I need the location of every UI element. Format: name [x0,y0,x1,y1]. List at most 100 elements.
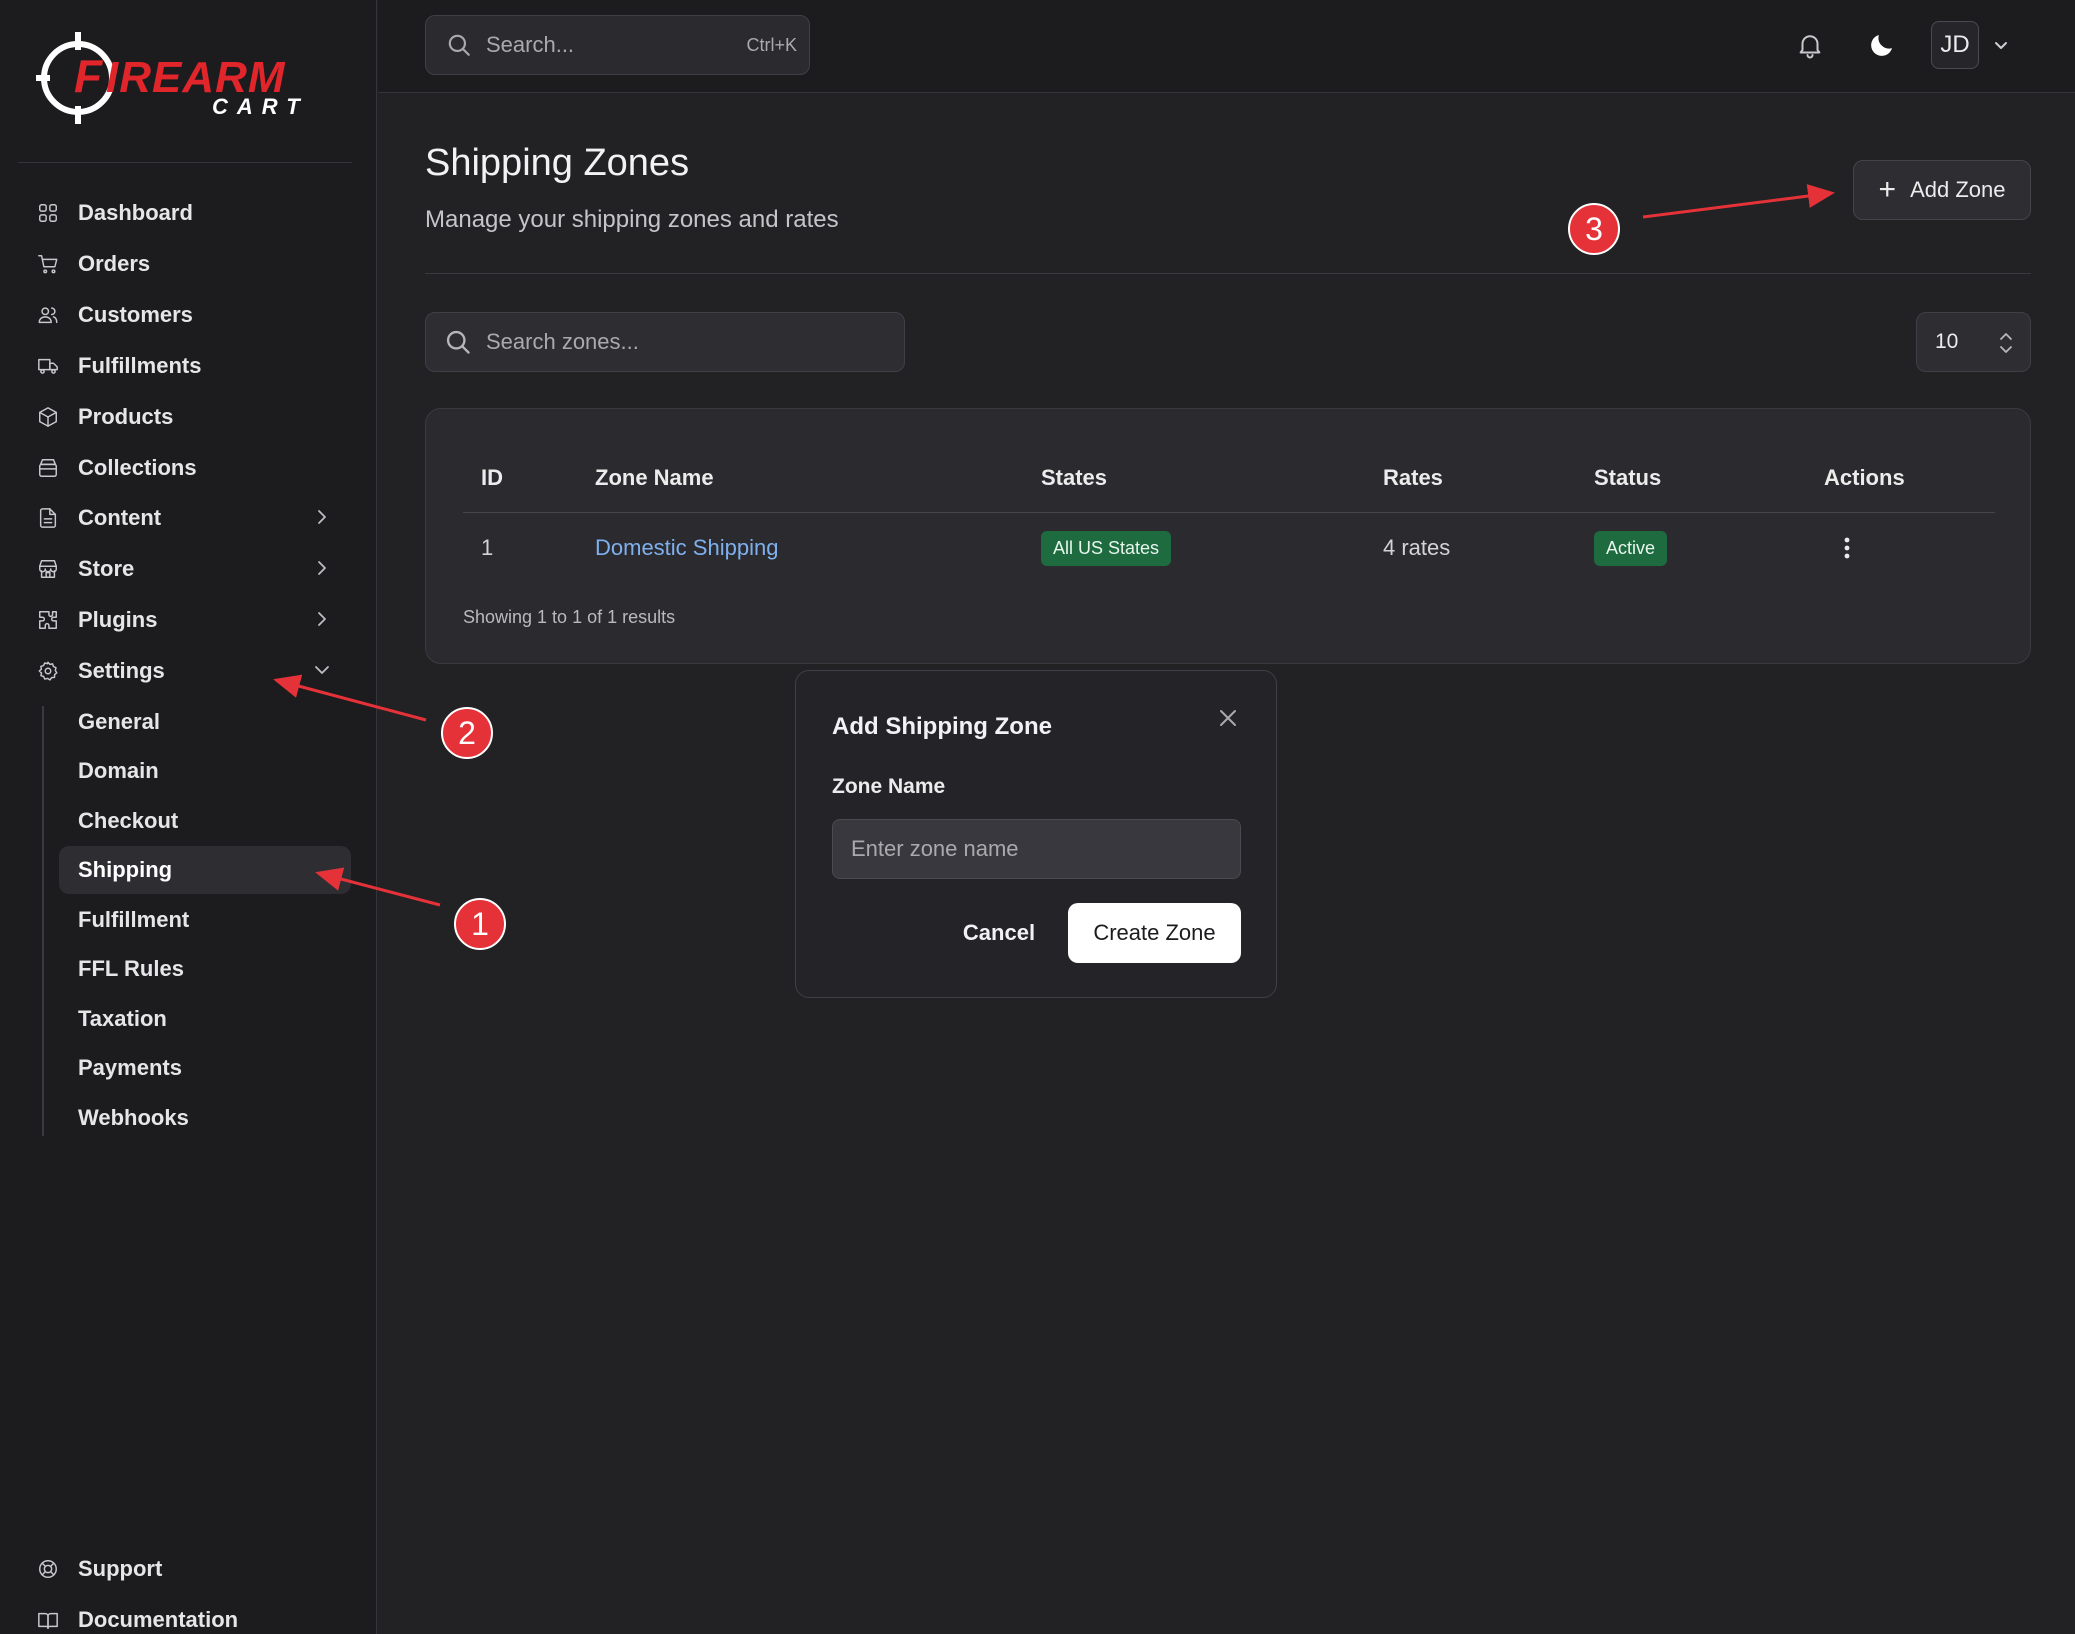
sidebar-item-fulfillments[interactable]: Fulfillments [24,343,354,389]
book-icon [36,1608,60,1632]
svg-text:CART: CART [212,94,309,119]
header-divider [425,273,2031,274]
callout-1: 1 [454,898,506,950]
dialog-title: Add Shipping Zone [832,713,1052,740]
sidebar-item-label: Settings [78,658,165,683]
table-header-rule [463,512,1995,513]
states-badge: All US States [1041,531,1172,566]
row-id: 1 [481,535,494,560]
sidebar-item-label: Documentation [78,1607,239,1632]
sidebar-item-plugins[interactable]: Plugins [24,597,354,643]
sidebar-item-store[interactable]: Store [24,546,354,592]
sidebar-item-orders[interactable]: Orders [24,241,354,287]
zone-search-input[interactable] [486,329,886,355]
users-icon [36,303,60,327]
chevron-down-icon [312,660,332,680]
sidebar-subitem-webhooks[interactable]: Webhooks [59,1094,351,1142]
column-header-rates: Rates [1383,465,1443,490]
close-icon[interactable] [1217,707,1241,731]
bell-icon[interactable] [1793,28,1827,62]
sidebar-item-label: Customers [78,302,193,327]
gear-icon [36,659,60,683]
zone-name-input[interactable] [832,819,1241,879]
add-shipping-zone-dialog: Add Shipping Zone Zone Name Cancel Creat… [795,670,1277,998]
truck-icon [36,354,60,378]
cart-icon [36,252,60,276]
zones-table: ID Zone Name States Rates Status Actions… [425,408,2031,664]
sidebar-item-customers[interactable]: Customers [24,292,354,338]
chevron-right-icon [312,507,332,527]
rates-count: 4 rates [1383,535,1451,560]
search-icon [444,328,472,356]
sidebar-item-products[interactable]: Products [24,394,354,440]
sidebar-item-label: Collections [78,455,197,480]
sidebar-item-label: Content [78,505,162,530]
file-icon [36,506,60,530]
logo-divider [18,162,352,163]
sidebar-subitem-taxation[interactable]: Taxation [59,995,351,1043]
search-icon [446,32,472,58]
sidebar-item-label: Dashboard [78,200,193,225]
chevron-down-icon[interactable] [1990,34,2012,56]
sidebar-item-settings[interactable]: Settings [24,648,354,694]
callout-2: 2 [441,707,493,759]
sidebar-subitem-domain[interactable]: Domain [59,747,351,795]
create-zone-button[interactable]: Create Zone [1068,903,1241,963]
sidebar-subitem-fulfillment[interactable]: Fulfillment [59,896,351,944]
store-icon [36,557,60,581]
grid-icon [36,201,60,225]
logo-graphic: F IREARM CART [36,32,309,124]
sidebar-subitem-general[interactable]: General [59,698,351,746]
svg-text:F: F [74,50,104,102]
sidebar-subitem-shipping[interactable]: Shipping [59,846,351,894]
sidebar-subitem-checkout[interactable]: Checkout [59,797,351,845]
plus-icon: + [1878,173,1897,206]
column-header-actions: Actions [1824,465,1905,490]
top-bar: Ctrl+K JD [378,0,2075,93]
chevron-right-icon [312,609,332,629]
column-header-id: ID [481,465,503,490]
chevron-right-icon [312,558,332,578]
chevron-up-down-icon [1996,329,2016,357]
moon-icon[interactable] [1865,28,1899,62]
sidebar-item-label: Support [78,1556,163,1581]
firearm-cart-logo[interactable]: F IREARM CART [36,28,336,128]
global-search-input[interactable] [486,32,726,58]
page-size-select[interactable]: 10 [1916,312,2031,372]
add-zone-label: Add Zone [1910,177,2006,202]
pagination-summary: Showing 1 to 1 of 1 results [463,607,676,627]
page-size-value: 10 [1935,330,1959,353]
box-icon [36,405,60,429]
status-badge: Active [1594,531,1668,566]
archive-icon [36,456,60,480]
row-actions-button[interactable] [1831,527,1863,569]
sidebar-item-collections[interactable]: Collections [24,445,354,491]
avatar[interactable]: JD [1931,21,1979,69]
column-header-states: States [1041,465,1108,490]
sidebar-item-content[interactable]: Content [24,495,354,541]
sidebar-item-label: Orders [78,251,151,276]
sidebar-item-dashboard[interactable]: Dashboard [24,190,354,236]
sidebar-item-support[interactable]: Support [24,1546,354,1592]
page-title: Shipping Zones [425,142,690,184]
sidebar-item-label: Fulfillments [78,353,202,378]
arrow-3 [1642,184,1835,219]
global-search[interactable]: Ctrl+K [425,15,810,75]
sidebar: F IREARM CART Dashboard Orders Customers… [0,0,377,1634]
column-header-zone-name: Zone Name [595,465,714,490]
sidebar-subitem-payments[interactable]: Payments [59,1044,351,1092]
cancel-button[interactable]: Cancel [944,903,1054,963]
sidebar-item-label: Plugins [78,607,158,632]
add-zone-button[interactable]: + Add Zone [1853,160,2031,220]
sidebar-item-label: Store [78,556,135,581]
more-vertical-icon [1844,537,1850,559]
zone-search[interactable] [425,312,905,372]
zone-name-link[interactable]: Domestic Shipping [595,535,778,561]
page-subtitle: Manage your shipping zones and rates [425,206,839,233]
search-shortcut-hint: Ctrl+K [746,34,797,55]
sidebar-item-label: Products [78,404,174,429]
sidebar-subitem-ffl-rules[interactable]: FFL Rules [59,945,351,993]
sidebar-item-documentation[interactable]: Documentation [24,1597,354,1634]
column-header-status: Status [1594,465,1662,490]
zone-name-label: Zone Name [832,775,946,798]
